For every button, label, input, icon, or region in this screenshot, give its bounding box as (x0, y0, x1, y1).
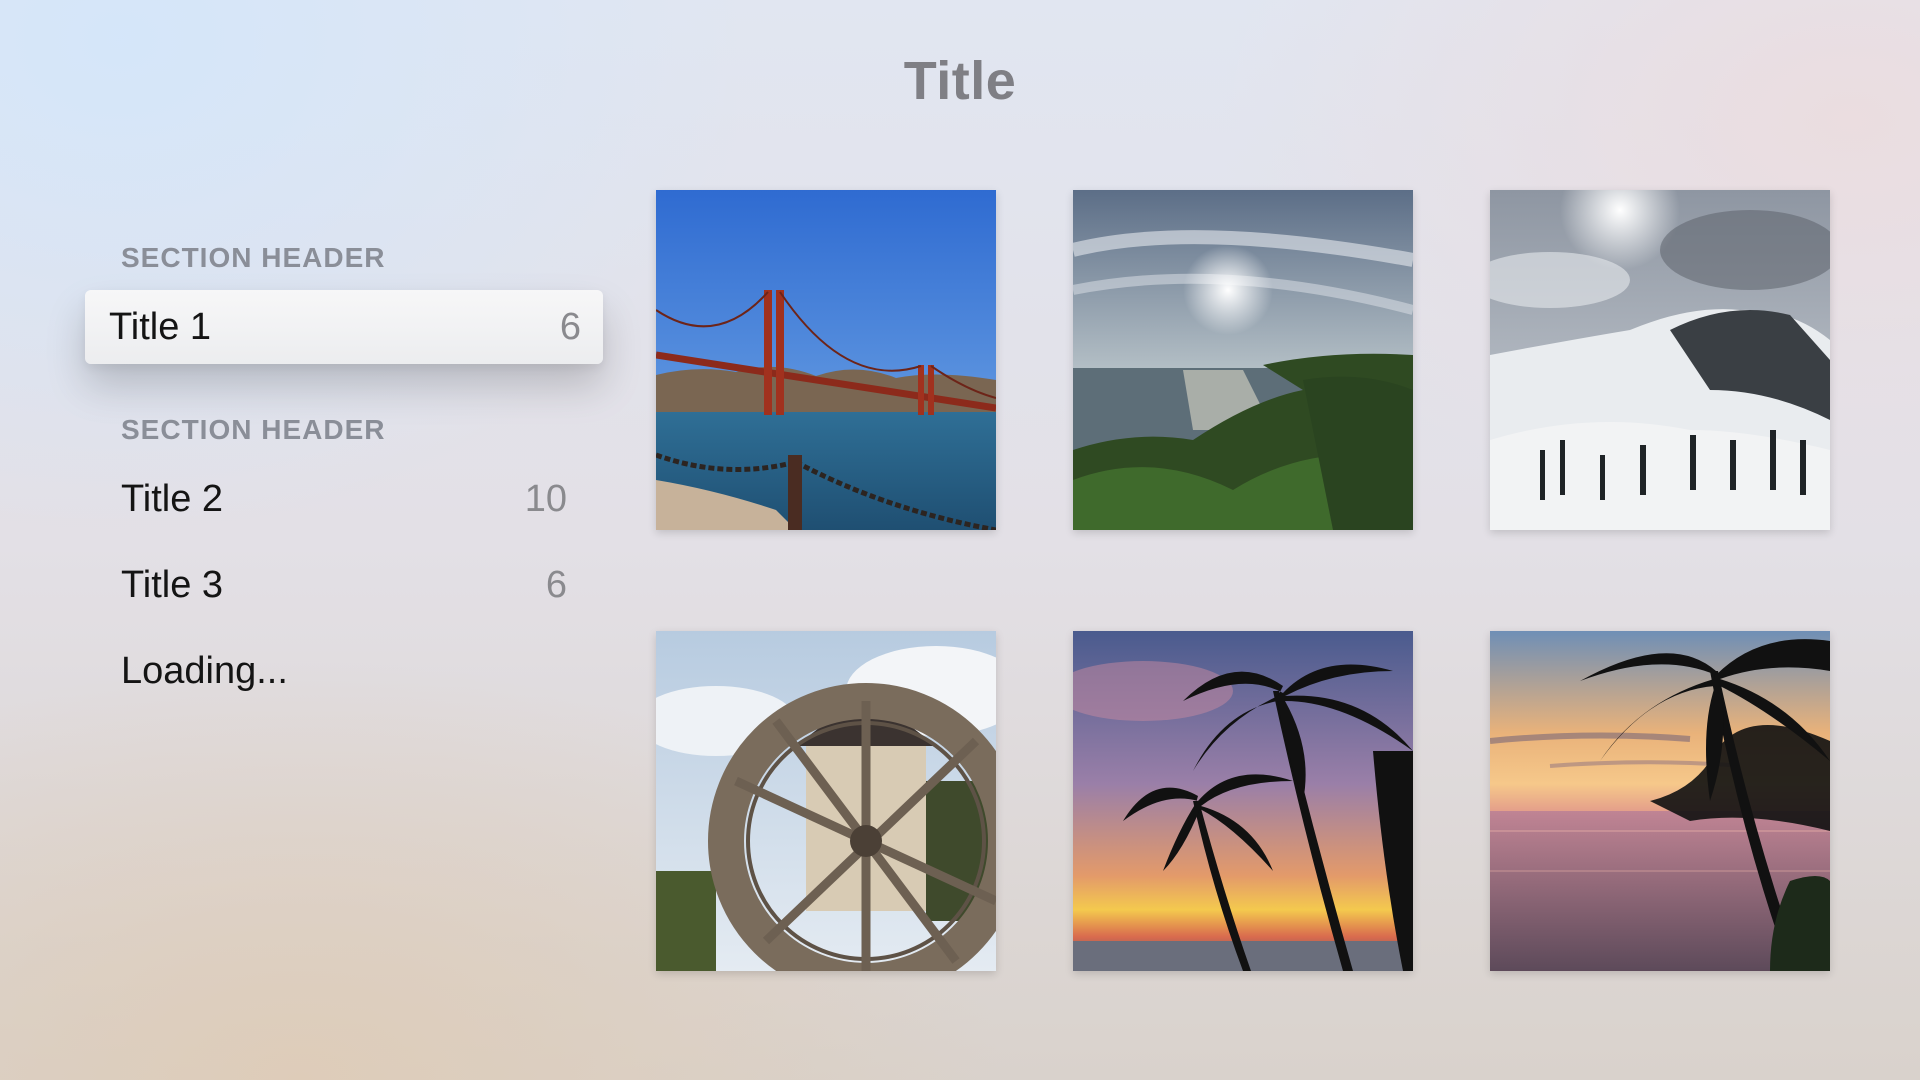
section-header: SECTION HEADER (121, 242, 386, 273)
sidebar: SECTION HEADER Title 1 6 SECTION HEADER … (85, 0, 603, 1080)
sidebar-item-count: 6 (559, 305, 581, 348)
snowy-mountain-photo[interactable] (1490, 190, 1830, 530)
sidebar-item-title-3[interactable]: Title 3 6 (85, 548, 603, 622)
sidebar-item-count: 10 (524, 477, 567, 520)
sidebar-item-loading: Loading... (85, 634, 603, 708)
palm-tree-ocean-sunset-photo[interactable] (1490, 631, 1830, 971)
sidebar-item-count: 6 (545, 563, 567, 606)
sidebar-item-title-1[interactable]: Title 1 6 (85, 290, 603, 364)
sidebar-item-label: Loading... (121, 649, 288, 692)
water-wheel-photo[interactable] (656, 631, 996, 971)
sidebar-item-label: Title 2 (121, 477, 224, 520)
sidebar-item-label: Title 3 (121, 563, 224, 606)
coastal-sunset-photo[interactable] (1073, 190, 1413, 530)
section-header: SECTION HEADER (121, 414, 386, 445)
golden-gate-bridge-photo[interactable] (656, 190, 996, 530)
sidebar-item-label: Title 1 (109, 305, 212, 348)
palm-trees-sunset-photo[interactable] (1073, 631, 1413, 971)
sidebar-item-title-2[interactable]: Title 2 10 (85, 462, 603, 536)
